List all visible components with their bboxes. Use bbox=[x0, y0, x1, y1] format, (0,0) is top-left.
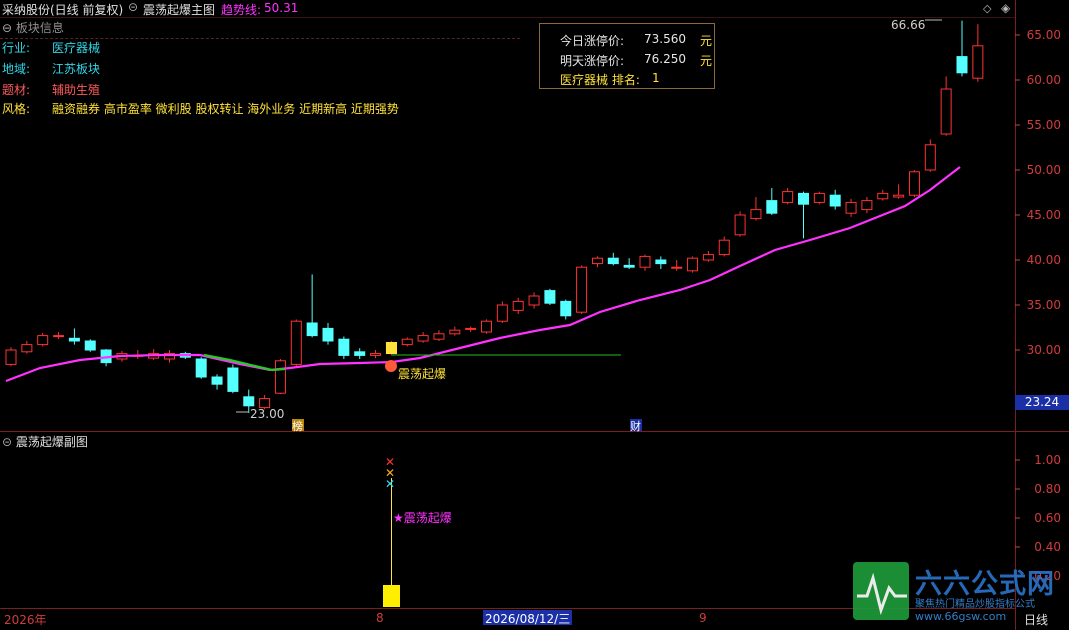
signal-label: 震荡起爆 bbox=[398, 367, 446, 381]
sub-signal-label: ★震荡起爆 bbox=[393, 511, 452, 525]
candlestick bbox=[195, 358, 207, 378]
signal-box bbox=[386, 342, 397, 354]
main-price-chart[interactable]: 66.66 23.00 震荡起爆 榜 财 ✕ ✕ ✕ ★震荡起爆 bbox=[0, 0, 1069, 630]
highlight-date: 2026/08/12/三 bbox=[483, 610, 573, 626]
sub-chart-title: 震荡起爆副图 bbox=[15, 435, 88, 449]
candlestick bbox=[861, 200, 873, 211]
candlestick bbox=[702, 254, 714, 261]
candlestick bbox=[417, 335, 429, 342]
candlestick bbox=[750, 209, 762, 220]
candlestick bbox=[481, 320, 492, 333]
candlestick bbox=[306, 322, 318, 337]
candlestick bbox=[370, 353, 382, 356]
event-tag-2[interactable]: 财 bbox=[630, 419, 641, 433]
price-tick: 65.00 bbox=[1026, 28, 1061, 42]
candlestick bbox=[449, 329, 461, 335]
candlestick bbox=[528, 295, 540, 306]
chevron-down-icon[interactable]: ⊝ bbox=[2, 435, 12, 449]
month-9-label: 9 bbox=[699, 611, 707, 625]
sub-signal-bar bbox=[383, 585, 400, 607]
price-tick: 45.00 bbox=[1026, 208, 1061, 222]
month-8-label: 8 bbox=[376, 611, 384, 625]
candlestick bbox=[496, 304, 508, 322]
watermark-url: www.66gsw.com bbox=[915, 610, 1007, 623]
candlestick bbox=[845, 201, 857, 214]
watermark-logo-icon bbox=[853, 562, 909, 620]
trend-ma-green-segment bbox=[203, 353, 286, 372]
sub-chart-header[interactable]: ⊝ 震荡起爆副图 bbox=[2, 433, 88, 450]
candlestick bbox=[544, 290, 556, 304]
candlestick bbox=[813, 192, 825, 203]
sub-tick: 0.40 bbox=[1034, 540, 1061, 554]
candlestick bbox=[956, 56, 968, 74]
candlestick bbox=[560, 300, 572, 317]
candlestick bbox=[37, 335, 49, 346]
candlestick bbox=[734, 214, 746, 236]
year-label: 2026年 bbox=[4, 613, 47, 627]
candlestick bbox=[591, 257, 603, 265]
candlestick bbox=[5, 349, 17, 365]
candlestick bbox=[655, 259, 667, 265]
candlestick bbox=[972, 45, 984, 79]
event-tag-1[interactable]: 榜 bbox=[292, 419, 303, 433]
candlestick bbox=[274, 360, 286, 394]
price-tick: 35.00 bbox=[1026, 298, 1061, 312]
current-price-tag: 23.24 bbox=[1015, 395, 1069, 410]
candlestick bbox=[512, 300, 524, 311]
candlestick bbox=[576, 266, 588, 313]
candlestick bbox=[354, 351, 366, 356]
watermark-slogan: 聚焦热门精品炒股指标公式 bbox=[915, 599, 1035, 610]
candlestick bbox=[718, 239, 730, 256]
candlestick bbox=[877, 192, 889, 200]
sub-tick: 0.80 bbox=[1034, 482, 1061, 496]
candlestick bbox=[211, 376, 223, 385]
candlestick bbox=[782, 191, 794, 203]
price-tick: 55.00 bbox=[1026, 118, 1061, 132]
candlestick bbox=[290, 320, 302, 365]
candlestick bbox=[908, 171, 920, 196]
candlestick bbox=[227, 367, 239, 392]
candlestick bbox=[829, 194, 841, 207]
candlestick bbox=[68, 337, 80, 342]
candlestick bbox=[21, 344, 33, 353]
candlestick bbox=[84, 340, 96, 351]
candlestick bbox=[798, 192, 809, 205]
candlestick bbox=[639, 255, 651, 268]
candlestick bbox=[940, 88, 952, 135]
watermark-logo: 六六公式网 聚焦热门精品炒股指标公式 www.66gsw.com bbox=[851, 560, 1063, 626]
candlestick bbox=[671, 266, 683, 269]
candlestick bbox=[465, 327, 477, 330]
price-tick: 60.00 bbox=[1026, 73, 1061, 87]
price-tick: 30.00 bbox=[1026, 343, 1061, 357]
low-marker-label: 23.00 bbox=[250, 407, 284, 421]
sub-tick: 0.60 bbox=[1034, 511, 1061, 525]
price-tick: 50.00 bbox=[1026, 163, 1061, 177]
candlestick bbox=[401, 338, 413, 346]
candlestick bbox=[322, 327, 334, 342]
signal-dot-icon bbox=[385, 360, 397, 372]
candlestick bbox=[766, 200, 778, 214]
candlestick bbox=[687, 257, 699, 272]
price-tick: 40.00 bbox=[1026, 253, 1061, 267]
candlestick bbox=[607, 257, 619, 265]
candlestick bbox=[924, 144, 936, 171]
sub-tick: 1.00 bbox=[1034, 453, 1061, 467]
candlestick bbox=[893, 194, 905, 198]
candlestick bbox=[623, 264, 635, 268]
candlestick bbox=[243, 396, 255, 407]
high-marker-label: 66.66 bbox=[891, 18, 925, 32]
butterfly-cyan-icon: ✕ bbox=[385, 477, 395, 491]
candlestick bbox=[338, 338, 350, 356]
candlestick bbox=[53, 335, 65, 338]
candlestick bbox=[433, 333, 445, 340]
